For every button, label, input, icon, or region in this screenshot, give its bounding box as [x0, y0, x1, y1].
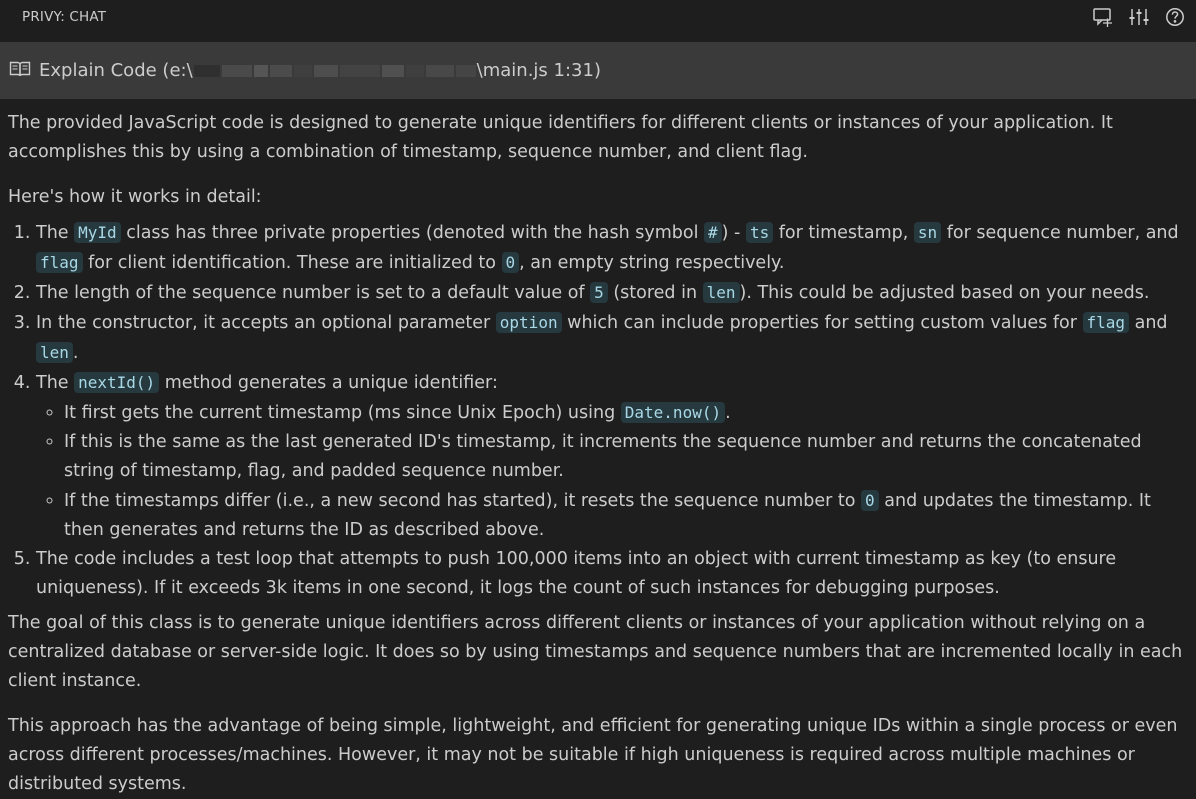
conversation-header[interactable]: Explain Code (e:\ \main.js 1:31): [0, 42, 1196, 99]
response-intro: The provided JavaScript code is designed…: [8, 113, 1113, 162]
response-goal: The goal of this class is to generate un…: [8, 613, 1183, 691]
conversation-title: Explain Code (e:\ \main.js 1:31): [39, 60, 601, 81]
panel-title: PRIVY: CHAT: [22, 9, 107, 25]
help-icon[interactable]: [1162, 4, 1188, 30]
new-chat-icon[interactable]: [1090, 4, 1116, 30]
book-icon: [9, 60, 31, 82]
sub-list-item: If the timestamps differ (i.e., a new se…: [64, 486, 1188, 545]
how-heading: Here's how it works in detail:: [8, 187, 262, 207]
panel-titlebar: PRIVY: CHAT: [0, 0, 1196, 34]
list-item: The length of the sequence number is set…: [36, 278, 1188, 308]
conversation-title-prefix: Explain Code (e:\: [39, 60, 193, 81]
sub-list: It first gets the current timestamp (ms …: [36, 398, 1188, 545]
list-item: The MyId class has three private propert…: [36, 218, 1188, 278]
list-item: The nextId() method generates a unique i…: [36, 368, 1188, 545]
sub-list-item: It first gets the current timestamp (ms …: [64, 398, 1188, 428]
chat-response: The provided JavaScript code is designed…: [0, 99, 1196, 799]
list-item: In the constructor, it accepts an option…: [36, 308, 1188, 368]
response-approach: This approach has the advantage of being…: [8, 716, 1178, 794]
settings-sliders-icon[interactable]: [1126, 4, 1152, 30]
panel-actions: [1090, 4, 1188, 30]
explanation-list: The MyId class has three private propert…: [8, 218, 1188, 603]
conversation-title-suffix: \main.js 1:31): [476, 60, 601, 81]
list-item: The code includes a test loop that attem…: [36, 545, 1188, 603]
sub-list-item: If this is the same as the last generate…: [64, 428, 1188, 486]
